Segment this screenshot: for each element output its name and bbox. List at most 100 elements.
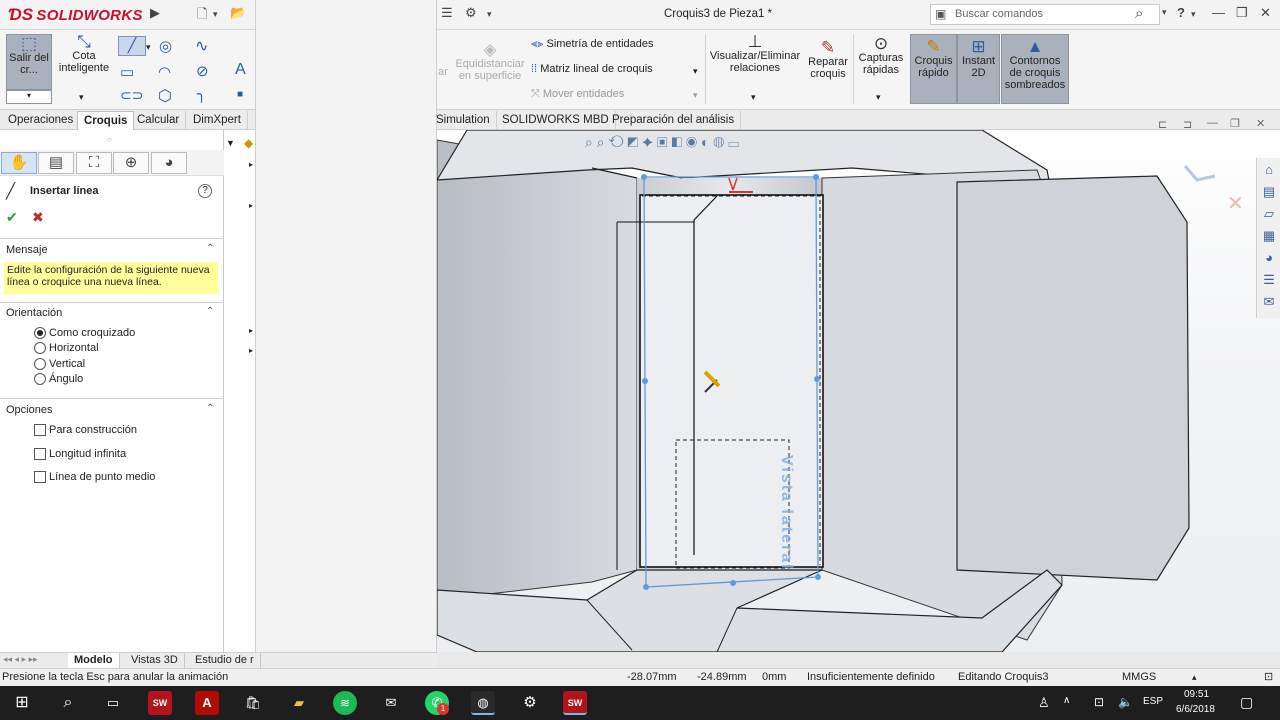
orientation-horizontal-radio[interactable]	[34, 342, 46, 354]
view-orientation-icon[interactable]: ▣	[657, 134, 668, 150]
close-sketch-x-icon[interactable]: ✕	[1227, 193, 1244, 215]
tab-operaciones[interactable]: Operaciones	[2, 111, 81, 130]
orientation-vertical-radio[interactable]	[34, 358, 46, 370]
tree-arrow-icon[interactable]: ▸	[249, 201, 253, 210]
message-collapse-icon[interactable]: ⌃	[206, 243, 214, 254]
units-dropdown-icon[interactable]: ▴	[1192, 672, 1197, 683]
solidworks-active-icon[interactable]: SW	[563, 691, 587, 715]
mail-icon[interactable]: ✉	[379, 691, 403, 715]
clock-time[interactable]: 09:51	[1184, 689, 1209, 700]
gear-dropdown-icon[interactable]: ▾	[487, 9, 492, 20]
resources-icon[interactable]: ▤	[1259, 182, 1279, 202]
infinite-length-checkbox[interactable]	[34, 448, 46, 460]
new-dropdown-icon[interactable]: ▾	[213, 9, 218, 20]
tree-arrow-icon[interactable]: ▸	[249, 326, 253, 335]
tab-motion-study[interactable]: Estudio de r	[189, 653, 261, 669]
tree-expand-icon[interactable]: ▼	[226, 138, 235, 148]
search-icon[interactable]: ⌕	[1135, 5, 1143, 22]
tray-arrow-icon[interactable]: ∧	[1063, 695, 1070, 706]
tab-croquis[interactable]: Croquis	[77, 111, 135, 130]
tree-arrow-icon[interactable]: ▸	[249, 346, 253, 355]
midpoint-line-checkbox[interactable]	[34, 471, 46, 483]
display-relations-button[interactable]: ⊥ Visualizar/Eliminar relaciones	[708, 33, 802, 74]
mirror-entities-button[interactable]: ⫷⫸ Simetría de entidades	[531, 38, 654, 51]
linear-pattern-dropdown-icon[interactable]: ▾	[693, 66, 698, 77]
settings-gear-icon[interactable]: ⚙	[518, 691, 542, 715]
construction-checkbox[interactable]	[34, 424, 46, 436]
people-icon[interactable]: ♙	[1038, 695, 1050, 711]
feature-manager-tab-icon[interactable]: ✋	[1, 152, 37, 174]
linear-pattern-button[interactable]: ⁞⁞ Matriz lineal de croquis	[531, 63, 653, 75]
tab-scroll-arrows-icon[interactable]: ◂◂ ◂ ▸ ▸▸	[3, 654, 38, 665]
dimxpert-manager-tab-icon[interactable]: ⊕	[113, 152, 149, 174]
view-palette-icon[interactable]: ▦	[1259, 226, 1279, 246]
minimize-icon[interactable]: —	[1212, 5, 1225, 20]
new-document-icon[interactable]: 🗋	[197, 5, 207, 27]
display-manager-tab-icon[interactable]: ◕	[151, 152, 187, 174]
home-icon[interactable]: ⌂	[1259, 160, 1279, 180]
move-entities-button[interactable]: ⤧ Mover entidades	[531, 88, 624, 101]
orientation-collapse-icon[interactable]: ⌃	[206, 306, 214, 317]
hide-show-icon[interactable]: ◉	[686, 134, 697, 150]
orientation-angle-radio[interactable]	[34, 373, 46, 385]
view-close-icon[interactable]: ✕	[1256, 117, 1265, 130]
tab-model[interactable]: Modelo	[68, 653, 120, 669]
move-entities-dropdown-icon[interactable]: ▾	[693, 90, 698, 101]
rapid-sketch-button[interactable]: ✎ Croquis rápido	[910, 34, 957, 104]
relations-dropdown-icon[interactable]: ▾	[751, 92, 756, 103]
property-manager-tab-icon[interactable]: ▤	[38, 152, 74, 174]
file-explorer-taskbar-icon[interactable]: ▰	[287, 691, 311, 715]
close-icon[interactable]: ✕	[1260, 5, 1271, 21]
edit-appearance-icon[interactable]: ◐	[701, 134, 709, 150]
tab-simulation[interactable]: Simulation	[430, 111, 497, 130]
input-language[interactable]: ESP	[1143, 696, 1163, 707]
windows-start-icon[interactable]: ⊞	[10, 691, 34, 715]
polygon-tool-icon[interactable]: ⬡	[158, 86, 172, 106]
slot-tool-icon[interactable]: ⊂⊃	[120, 87, 143, 104]
zoom-to-fit-icon[interactable]: ⌕	[585, 134, 593, 150]
scenes-icon[interactable]: ◍	[713, 134, 724, 150]
zoom-area-icon[interactable]: ⌕	[597, 134, 605, 150]
rectangle-tool-icon[interactable]: ▭	[120, 63, 134, 81]
clock-date[interactable]: 6/6/2018	[1176, 704, 1215, 715]
appearances-icon[interactable]: ◕	[1259, 248, 1279, 268]
options-list-icon[interactable]: ☰	[441, 5, 453, 21]
part-icon[interactable]: ◆	[244, 136, 253, 150]
status-help-icon[interactable]: ⊡	[1264, 670, 1273, 683]
solidworks-logo[interactable]: ƊS SOLIDWORKS	[8, 5, 143, 25]
tab-analysis-prep[interactable]: Preparación del análisis	[606, 111, 742, 130]
repair-sketch-button[interactable]: ✎ Reparar croquis	[806, 39, 850, 80]
open-document-icon[interactable]: 📂	[230, 5, 246, 21]
tree-arrow-icon[interactable]: ▸	[249, 160, 253, 169]
network-icon[interactable]: ⊡	[1094, 695, 1104, 709]
configuration-manager-tab-icon[interactable]: ⛶	[76, 152, 112, 174]
fillet-tool-icon[interactable]: ╮	[197, 85, 206, 103]
quick-snaps-dropdown-icon[interactable]: ▾	[876, 92, 881, 103]
help-button[interactable]: ?	[1177, 5, 1185, 20]
taskbar-search-icon[interactable]: ⌕	[56, 691, 80, 715]
help-dropdown-icon[interactable]: ▾	[1191, 9, 1196, 20]
quick-snaps-button[interactable]: ⊙ Capturas rápidas	[856, 35, 906, 76]
unit-system-selector[interactable]: MMGS	[1122, 671, 1156, 683]
panel-splitter-handle[interactable]: ○	[107, 135, 112, 144]
circle-tool-icon[interactable]: ◎	[159, 37, 172, 55]
graphics-area[interactable]: ✕ Vista lateral	[435, 129, 1280, 653]
spline-tool-icon[interactable]: ∿	[195, 36, 208, 56]
instant2d-button[interactable]: ⊞ Instant 2D	[957, 34, 1000, 104]
pm-help-button[interactable]: ?	[198, 184, 212, 198]
store-icon[interactable]: 🛍	[241, 691, 265, 715]
view-restore-icon[interactable]: ❐	[1230, 117, 1240, 130]
file-explorer-icon[interactable]: ▱	[1259, 204, 1279, 224]
view-minimize-icon[interactable]: —	[1207, 117, 1218, 129]
volume-icon[interactable]: 🔈	[1118, 695, 1133, 709]
view-collapse-left-icon[interactable]: ⊏	[1158, 118, 1167, 131]
offset-surface-button[interactable]: ◈ Equidistanciar en superficie	[452, 41, 528, 82]
tab-3d-views[interactable]: Vistas 3D	[125, 653, 185, 669]
gear-icon[interactable]: ⚙	[465, 5, 477, 21]
line-tool-icon[interactable]: ╱	[118, 36, 146, 56]
text-tool-icon[interactable]: A	[235, 61, 246, 79]
search-commands-input[interactable]: ▣ Buscar comandos ⌕	[930, 4, 1160, 25]
restore-icon[interactable]: ❐	[1236, 5, 1248, 21]
point-tool-icon[interactable]: ■	[237, 89, 243, 100]
ok-check-icon[interactable]: ✔	[6, 209, 18, 226]
